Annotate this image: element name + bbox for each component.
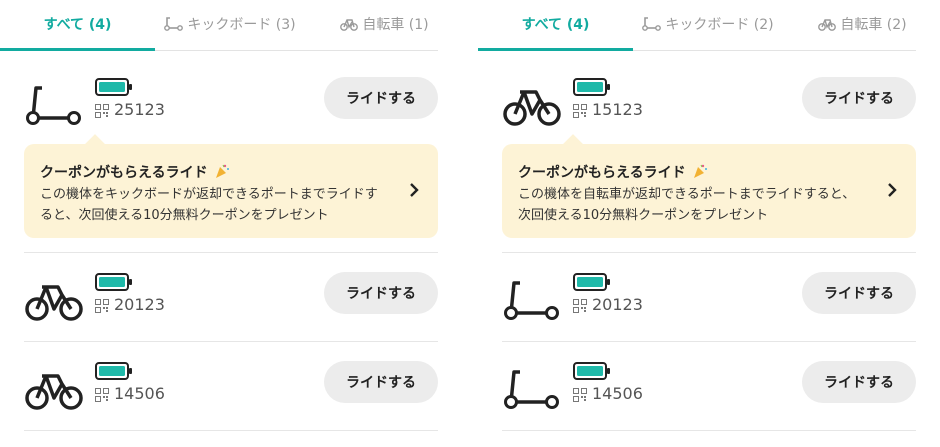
qr-code-icon <box>573 104 587 118</box>
tab-all[interactable]: すべて (4) <box>478 0 633 48</box>
tab-label: キックボード (2) <box>665 17 774 33</box>
battery-icon <box>95 273 132 291</box>
bicycle-icon <box>818 19 837 31</box>
kickboard-icon <box>504 370 559 409</box>
party-popper-icon <box>694 164 708 178</box>
ride-button[interactable]: ライドする <box>324 77 438 119</box>
active-tab-indicator <box>0 48 155 51</box>
tab-label: すべて (4) <box>521 17 590 33</box>
tab-label: 自転車 (1) <box>362 17 429 33</box>
coupon-title: クーポンがもらえるライド <box>518 162 708 182</box>
tab-label: 自転車 (2) <box>840 17 907 33</box>
battery-icon <box>95 362 132 380</box>
vehicle-row[interactable]: 25123 ライドする <box>0 58 438 146</box>
qr-code-icon <box>95 299 109 313</box>
tab-kickboard[interactable]: キックボード (3) <box>160 0 300 48</box>
filter-tabs: すべて (4) キックボード (3) 自転車 (1) <box>0 0 438 51</box>
battery-icon <box>573 273 610 291</box>
divider <box>24 430 438 431</box>
battery-icon <box>573 362 610 380</box>
vehicle-row[interactable]: 20123 ライドする <box>0 253 438 341</box>
coupon-description: この機体を自転車が返却できるポートまでライドすると、次回使える10分無料クーポン… <box>518 187 856 223</box>
tab-bicycle[interactable]: 自転車 (2) <box>808 0 916 48</box>
vehicle-id: 15123 <box>592 100 643 119</box>
kickboard-icon <box>504 281 559 320</box>
divider <box>502 430 916 431</box>
coupon-banner[interactable]: クーポンがもらえるライド この機体を自転車が返却できるポートまでライドすると、次… <box>502 134 916 238</box>
coupon-title: クーポンがもらえるライド <box>40 162 230 182</box>
vehicle-id: 20123 <box>592 295 643 314</box>
bicycle-icon <box>340 19 359 31</box>
vehicle-row[interactable]: 14506 ライドする <box>478 342 916 430</box>
coupon-title-text: クーポンがもらえるライド <box>40 165 208 181</box>
qr-code-icon <box>573 299 587 313</box>
bicycle-icon <box>503 90 561 126</box>
coupon-description: この機体をキックボードが返却できるポートまでライドすると、次回使える10分無料ク… <box>40 187 378 223</box>
chevron-right-icon <box>410 183 419 197</box>
vehicle-row[interactable]: 20123 ライドする <box>478 253 916 341</box>
battery-icon <box>95 78 132 96</box>
active-tab-indicator <box>478 48 633 51</box>
party-popper-icon <box>216 164 230 178</box>
filter-tabs: すべて (4) キックボード (2) 自転車 (2) <box>478 0 916 51</box>
qr-code-icon <box>573 388 587 402</box>
vehicle-row[interactable]: 14506 ライドする <box>0 342 438 430</box>
battery-icon <box>573 78 610 96</box>
ride-button[interactable]: ライドする <box>802 272 916 314</box>
coupon-title-text: クーポンがもらえるライド <box>518 165 686 181</box>
ride-button[interactable]: ライドする <box>802 361 916 403</box>
ride-button[interactable]: ライドする <box>802 77 916 119</box>
vehicle-list-panel-right: すべて (4) キックボード (2) 自転車 (2) 15123 ライドする ク… <box>478 0 916 447</box>
ride-button[interactable]: ライドする <box>324 272 438 314</box>
tab-all[interactable]: すべて (4) <box>0 0 155 48</box>
tab-label: すべて (4) <box>43 17 112 33</box>
kickboard-icon <box>26 86 81 125</box>
kickboard-icon <box>642 17 662 31</box>
tab-kickboard[interactable]: キックボード (2) <box>638 0 778 48</box>
vehicle-id: 14506 <box>114 384 165 403</box>
tab-label: キックボード (3) <box>187 17 296 33</box>
coupon-banner[interactable]: クーポンがもらえるライド この機体をキックボードが返却できるポートまでライドする… <box>24 134 438 238</box>
vehicle-id: 25123 <box>114 100 165 119</box>
qr-code-icon <box>95 388 109 402</box>
vehicle-row[interactable]: 15123 ライドする <box>478 58 916 146</box>
vehicle-id: 14506 <box>592 384 643 403</box>
tab-bicycle[interactable]: 自転車 (1) <box>330 0 438 48</box>
ride-button[interactable]: ライドする <box>324 361 438 403</box>
vehicle-list-panel-left: すべて (4) キックボード (3) 自転車 (1) 25123 ライドする ク… <box>0 0 438 447</box>
bicycle-icon <box>25 374 83 410</box>
kickboard-icon <box>164 17 184 31</box>
vehicle-id: 20123 <box>114 295 165 314</box>
chevron-right-icon <box>888 183 897 197</box>
qr-code-icon <box>95 104 109 118</box>
bicycle-icon <box>25 285 83 321</box>
